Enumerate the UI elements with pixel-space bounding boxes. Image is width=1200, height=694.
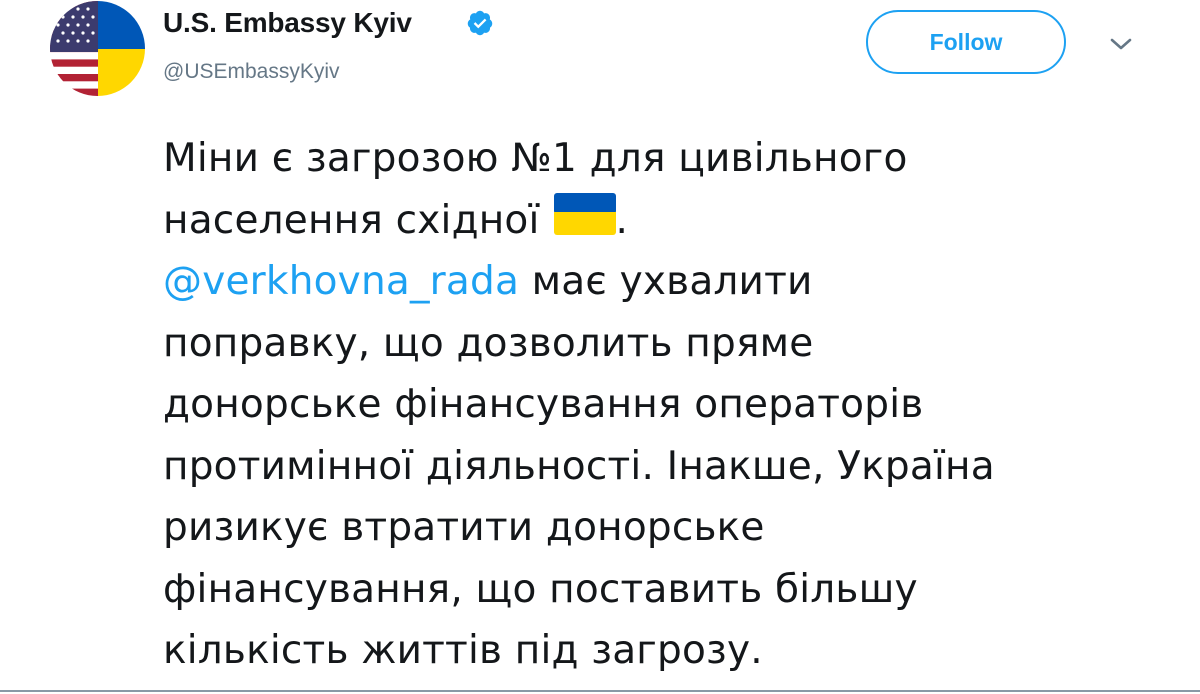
tweet-text-line: фінансування, що поставить більшу [163, 566, 918, 612]
us-ukraine-flag-avatar-icon [50, 1, 145, 96]
tweet-text-segment: населення східної [163, 197, 540, 243]
tweet-text-line: кількість життів під загрозу. [163, 628, 763, 673]
tweet-text-line: ризикує втратити донорське [163, 505, 765, 550]
user-handle[interactable]: @USEmbassyKyiv [163, 60, 340, 84]
tweet-card: U.S. Embassy Kyiv @USEmbassyKyiv Follow … [0, 0, 1200, 694]
tweet-text-line: донорське фінансування операторів [163, 382, 924, 427]
tweet-text-line: @verkhovna_rada має ухвалити [163, 251, 1173, 313]
display-name[interactable]: U.S. Embassy Kyiv [163, 7, 412, 39]
divider [0, 690, 1200, 692]
avatar[interactable] [50, 1, 145, 96]
tweet-text: Міни є загрозою №1 для цивільного населе… [163, 128, 1173, 682]
tweet-text-line: протимінної діяльності. Інакше, Україна [163, 443, 995, 489]
mention-link-verkhovna-rada[interactable]: @verkhovna_rada [163, 259, 519, 304]
tweet-text-segment: . [615, 197, 629, 243]
tweet-text-line: населення східної. [163, 190, 1173, 252]
chevron-down-icon[interactable] [1108, 36, 1134, 54]
tweet-text-line: Міни є загрозою №1 для цивільного [163, 136, 908, 181]
tweet-text-line: поправку, що дозволить пряме [163, 320, 814, 366]
ukraine-flag-emoji-icon [553, 192, 616, 235]
follow-button[interactable]: Follow [866, 10, 1066, 74]
verified-badge-icon [467, 10, 493, 36]
tweet-text-segment: має ухвалити [519, 259, 813, 304]
